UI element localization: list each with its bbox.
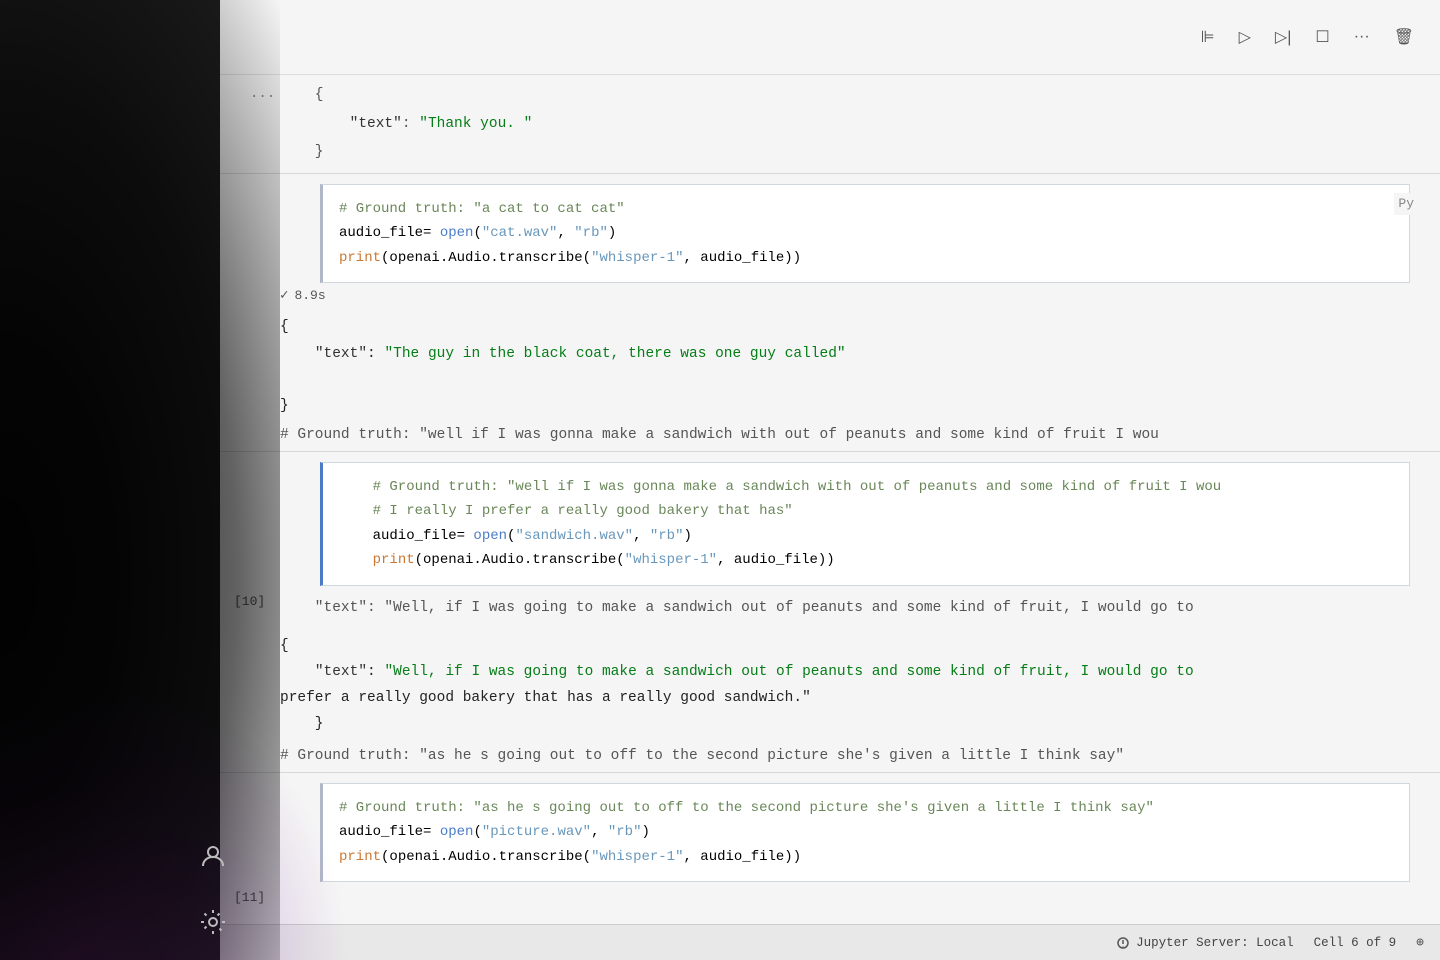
server-label: Jupyter Server: Local: [1136, 936, 1294, 950]
zoom-indicator: ⊕: [1416, 935, 1424, 950]
cell-cat-wav[interactable]: # Ground truth: "a cat to cat cat" audio…: [270, 184, 1430, 284]
run-next-button[interactable]: ▷|: [1269, 23, 1297, 51]
delete-cell-button[interactable]: 🗑: [1388, 23, 1420, 51]
cell-right-label-py: Py: [1394, 193, 1414, 215]
json-output-cat: { "text": "The guy in the black coat, th…: [220, 308, 1440, 424]
code-cell-sandwich[interactable]: # Ground truth: "well if I was gonna mak…: [320, 462, 1410, 586]
cell-sandwich-wav[interactable]: # Ground truth: "well if I was gonna mak…: [270, 462, 1430, 586]
notebook-container: ⊫ ▷ ▷| ☐ ··· 🗑 ... { "text": "Thank you.…: [220, 0, 1440, 960]
code-cell-picture[interactable]: # Ground truth: "as he s going out to of…: [320, 783, 1410, 883]
notebook-toolbar: ⊫ ▷ ▷| ☐ ··· 🗑: [220, 0, 1440, 75]
server-icon: [1116, 936, 1130, 950]
server-info: Jupyter Server: Local: [1116, 936, 1294, 950]
cells-scroll: ... { "text": "Thank you. " } # Ground t…: [220, 75, 1440, 924]
json-output-sandwich: { "text": "Well, if I was going to make …: [220, 627, 1440, 743]
code-line-3: print(openai.Audio.transcribe("whisper-1…: [339, 250, 801, 266]
code-picture-2: audio_file= open("picture.wav", "rb"): [339, 824, 650, 840]
cells-area: ... { "text": "Thank you. " } # Ground t…: [220, 75, 1440, 960]
status-bar: Jupyter Server: Local Cell 6 of 9 ⊕: [220, 924, 1440, 960]
divider-1: [220, 173, 1440, 174]
settings-icon[interactable]: [195, 904, 231, 940]
code-sandwich-4: print(openai.Audio.transcribe("whisper-1…: [339, 552, 835, 568]
run-button[interactable]: ▷: [1233, 23, 1257, 51]
cell-indicator: Cell 6 of 9: [1314, 936, 1397, 950]
comment-picture-1: # Ground truth: "as he s going out to of…: [339, 800, 1154, 816]
prev-cell-output-continuation: ... { "text": "Thank you. " }: [220, 75, 1440, 173]
dots-indicator: ...: [250, 83, 275, 107]
overflow-text-picture: # Ground truth: "as he s going out to of…: [220, 744, 1440, 772]
add-cell-button[interactable]: ☐: [1309, 23, 1335, 51]
code-picture-3: print(openai.Audio.transcribe("whisper-1…: [339, 849, 801, 865]
comment-sandwich-2: # I really I prefer a really good bakery…: [339, 503, 793, 519]
output-line-sandwich-overflow: "text": "Well, if I was going to make a …: [220, 594, 1440, 623]
cell-timing-cat: ✓ 8.9s: [220, 283, 1440, 308]
overflow-text-sandwich: # Ground truth: "well if I was gonna mak…: [220, 425, 1440, 451]
comment-line-1: # Ground truth: "a cat to cat cat": [339, 201, 625, 217]
cell-picture-wav[interactable]: # Ground truth: "as he s going out to of…: [270, 783, 1430, 883]
code-line-2: audio_file= open("cat.wav", "rb"): [339, 225, 616, 241]
code-cell-cat[interactable]: # Ground truth: "a cat to cat cat" audio…: [320, 184, 1410, 284]
divider-2: [220, 451, 1440, 452]
exec-counter-area-10: [10] "text": "Well, if I was going to ma…: [220, 586, 1440, 627]
run-all-button[interactable]: ⊫: [1195, 23, 1221, 51]
comment-sandwich-1: # Ground truth: "well if I was gonna mak…: [339, 479, 1221, 495]
exec-counter-10: [10]: [234, 594, 265, 609]
divider-3: [220, 772, 1440, 773]
user-icon[interactable]: [195, 838, 231, 874]
more-button[interactable]: ···: [1348, 24, 1376, 50]
exec-counter-area-11: [11]: [220, 882, 1440, 894]
sidebar: [185, 760, 240, 960]
code-sandwich-3: audio_file= open("sandwich.wav", "rb"): [339, 528, 692, 544]
